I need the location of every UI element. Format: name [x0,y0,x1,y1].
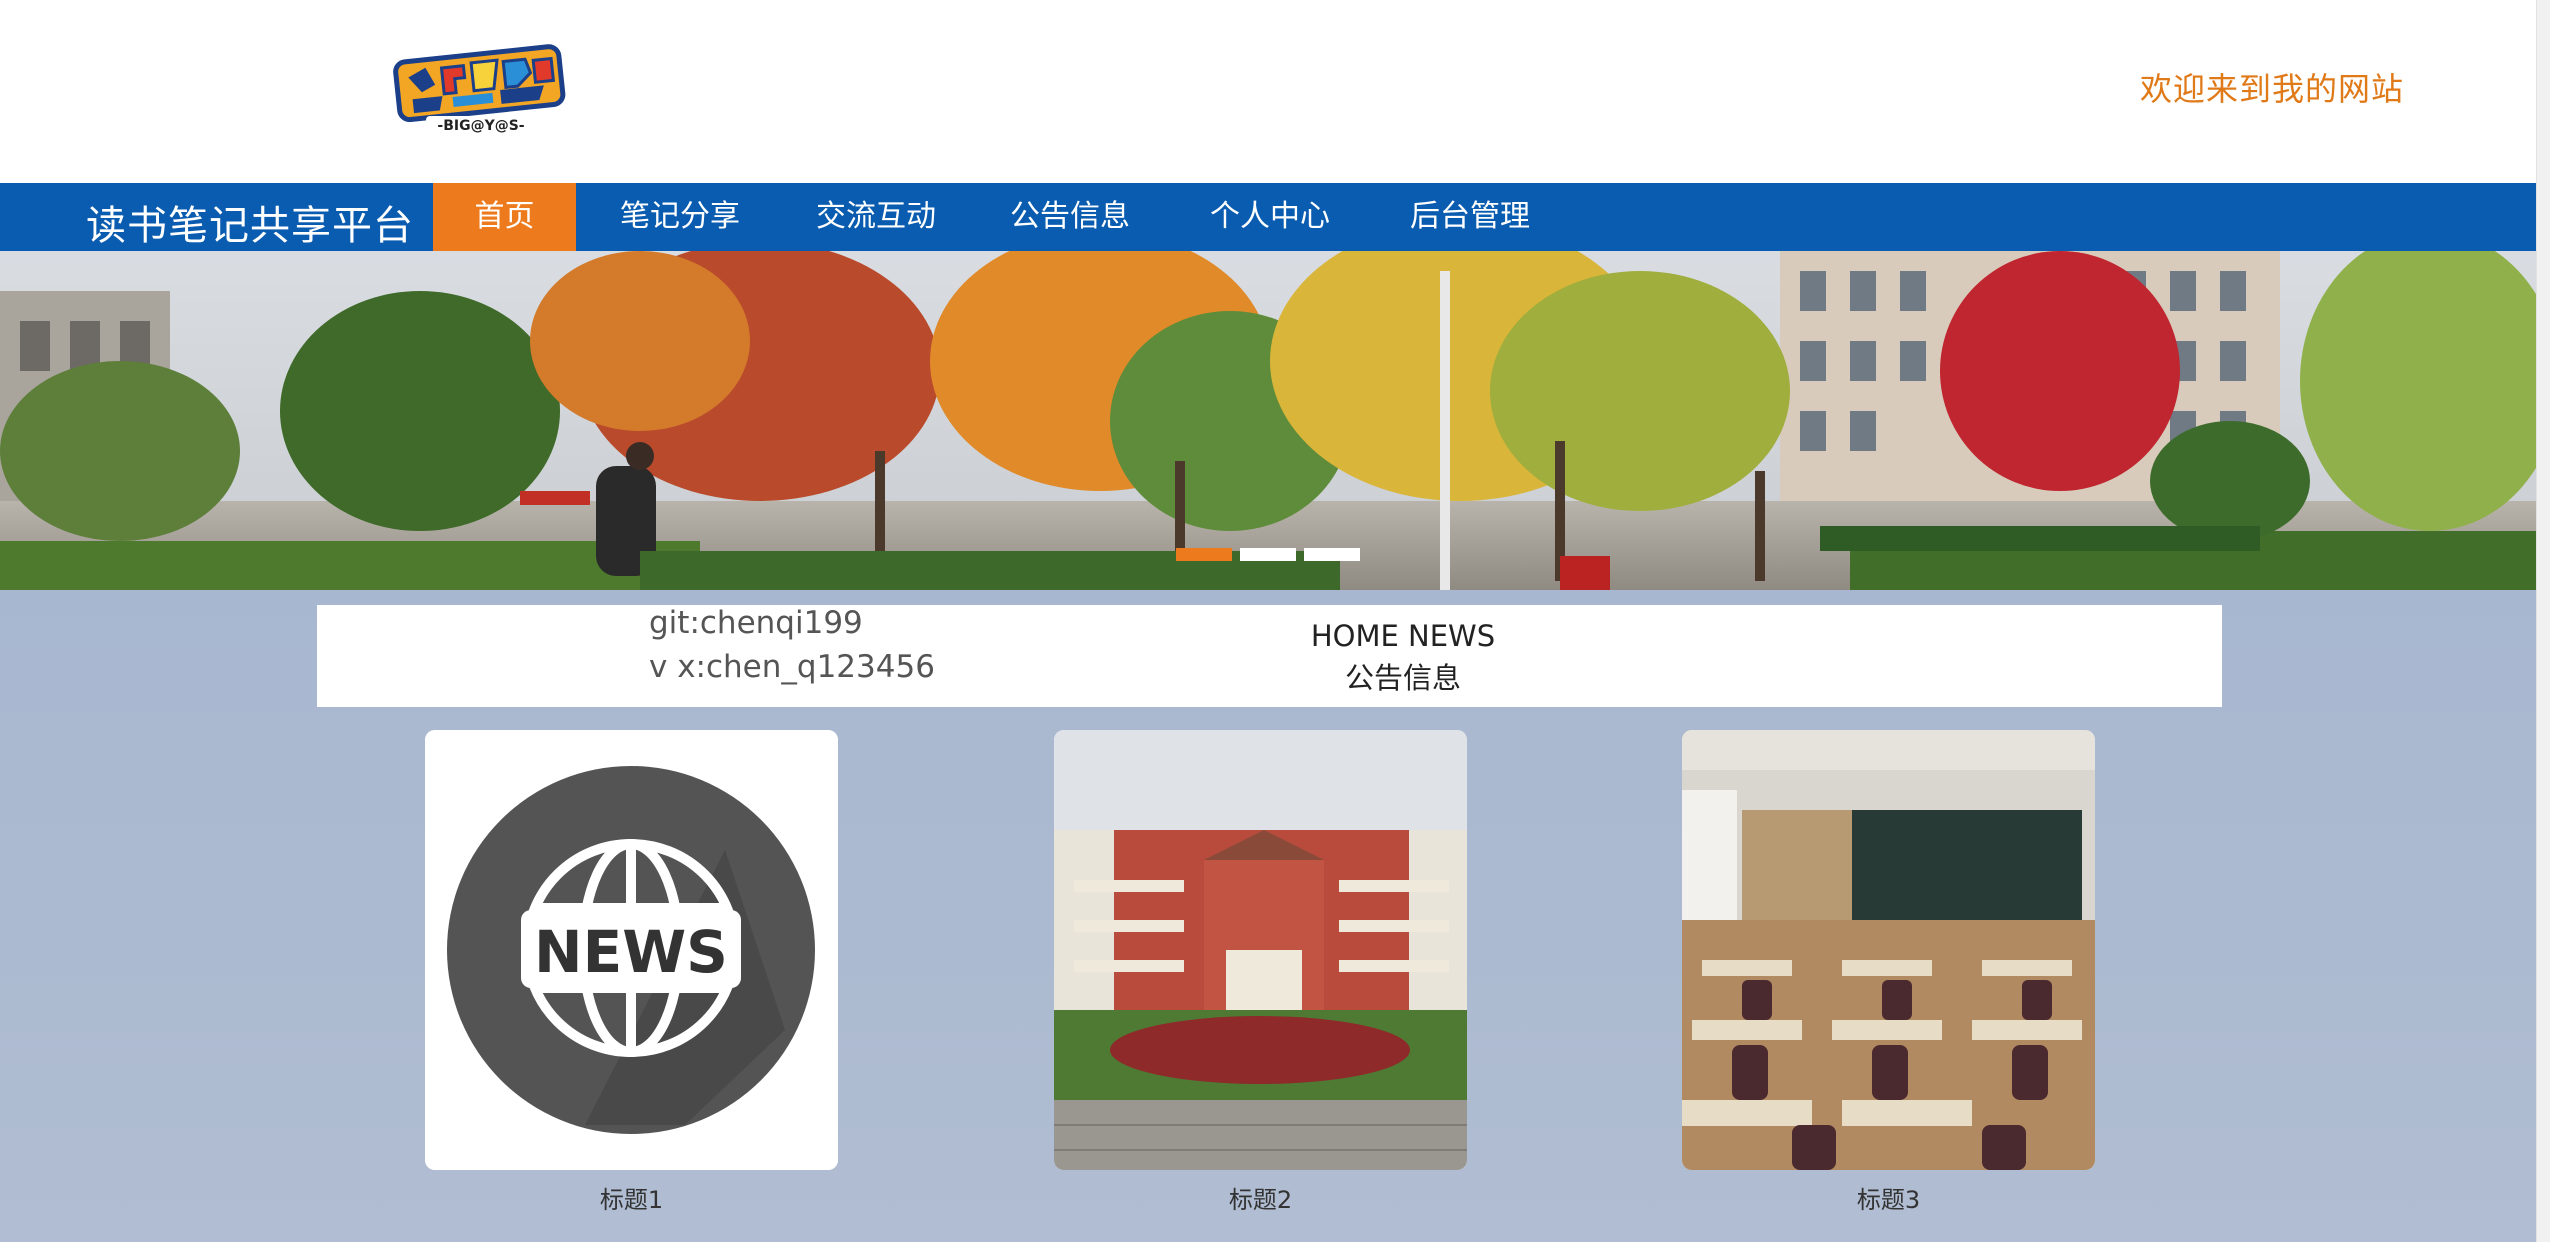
git-account-text: git:chenqi199 [649,605,863,641]
page-scrollbar[interactable] [2536,0,2550,1242]
card-title-2[interactable]: 标题2 [1054,1180,1467,1215]
info-panel: git:chenqi199 v x:chen_q123456 HOME NEWS… [317,605,2222,707]
welcome-text: 欢迎来到我的网站 [2140,70,2405,108]
site-brand[interactable]: 读书笔记共享平台 [86,193,414,251]
logo-text: -BIG@Y@S- [437,118,524,134]
nav-item-personal-center[interactable]: 个人中心 [1198,183,1342,251]
section-subtitle: 公告信息 [1344,661,1461,695]
banner-carousel[interactable] [0,251,2536,590]
school-building-photo [1054,730,1467,1170]
svg-text:NEWS: NEWS [534,918,728,986]
news-card-2[interactable]: 标题2 [1054,730,1467,1215]
page: -BIG@Y@S- 欢迎来到我的网站 读书笔记共享平台 首页 笔记分享 交流互动… [0,0,2550,1242]
carousel-dot-2[interactable] [1240,548,1296,561]
nav-item-exchange[interactable]: 交流互动 [804,183,948,251]
banner-image [0,251,2536,590]
news-globe-icon: NEWS [425,730,838,1170]
carousel-dot-1[interactable] [1176,548,1232,561]
classroom-photo [1682,730,2095,1170]
site-header: -BIG@Y@S- 欢迎来到我的网站 [0,0,2536,183]
news-card-1[interactable]: NEWS 标题1 [425,730,838,1215]
section-title: HOME NEWS [1310,619,1496,653]
main-nav: 读书笔记共享平台 首页 笔记分享 交流互动 公告信息 个人中心 后台管理 [0,183,2536,251]
carousel-dot-3[interactable] [1304,548,1360,561]
site-logo[interactable]: -BIG@Y@S- [390,44,572,136]
nav-item-notes-share[interactable]: 笔记分享 [608,183,752,251]
wechat-account-text: v x:chen_q123456 [649,649,935,685]
card-title-3[interactable]: 标题3 [1682,1180,2095,1215]
nav-item-announcements[interactable]: 公告信息 [998,183,1142,251]
nav-item-admin[interactable]: 后台管理 [1398,183,1542,251]
card-title-1[interactable]: 标题1 [425,1180,838,1215]
news-card-3[interactable]: 标题3 [1682,730,2095,1215]
nav-item-home[interactable]: 首页 [433,183,576,251]
